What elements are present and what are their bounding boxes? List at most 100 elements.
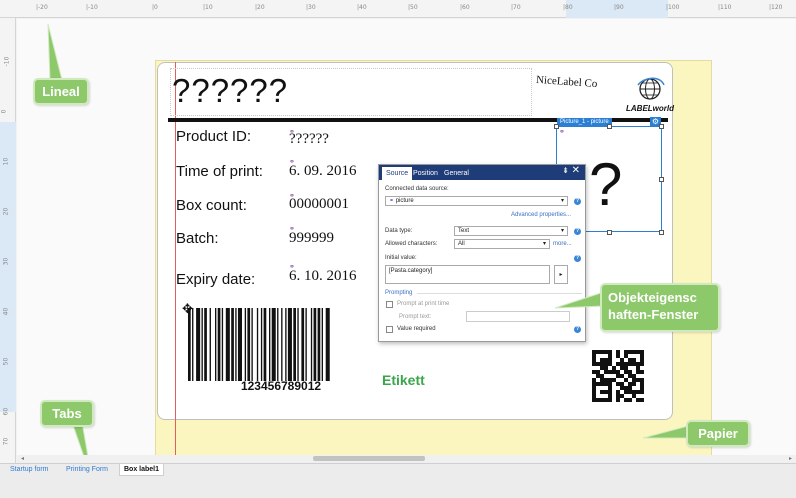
- expiry-date-label[interactable]: Expiry date:: [176, 271, 255, 288]
- qr-module: [616, 350, 620, 354]
- picture-object-tab[interactable]: Picture_1 - picture: [557, 118, 612, 127]
- resize-handle[interactable]: [607, 230, 612, 235]
- qr-module: [620, 386, 624, 390]
- scroll-left-icon[interactable]: ◂: [21, 455, 24, 462]
- barcode-bar: [285, 308, 287, 381]
- qr-module: [636, 370, 640, 374]
- ruler-tick: |0: [152, 4, 158, 11]
- advanced-properties-link[interactable]: Advanced properties...: [511, 212, 571, 218]
- time-of-print-value[interactable]: 6. 09. 2016: [289, 163, 357, 180]
- barcode[interactable]: [186, 308, 376, 381]
- qr-module: [616, 370, 620, 374]
- box-count-value[interactable]: 00000001: [289, 196, 349, 213]
- time-of-print-label[interactable]: Time of print:: [176, 163, 263, 180]
- ruler-tick: |50: [408, 4, 418, 11]
- expiry-date-value[interactable]: 6. 10. 2016: [289, 268, 357, 285]
- qr-module: [628, 398, 632, 402]
- barcode-bar: [313, 308, 317, 381]
- close-icon[interactable]: ✕: [572, 165, 580, 176]
- qr-module: [600, 382, 604, 386]
- insert-data-button[interactable]: ▸: [554, 265, 568, 284]
- resize-handle[interactable]: [554, 124, 559, 129]
- product-id-value[interactable]: ??????: [289, 131, 329, 148]
- resize-handle[interactable]: [659, 177, 664, 182]
- qr-module: [600, 398, 604, 402]
- prompting-section-label: Prompting: [385, 290, 413, 296]
- barcode-bar: [231, 308, 234, 381]
- connected-source-select[interactable]: ⚭ picture ▾: [385, 196, 568, 206]
- qr-module: [628, 370, 632, 374]
- qr-module: [592, 350, 596, 354]
- barcode-bar: [305, 308, 307, 381]
- barcode-bar: [287, 308, 292, 381]
- initial-value-input[interactable]: [Pasta.category]: [385, 265, 550, 284]
- qr-module: [600, 362, 604, 366]
- tab-printing-form[interactable]: Printing Form: [62, 464, 112, 476]
- barcode-bar: [317, 308, 321, 381]
- scroll-right-icon[interactable]: ▸: [789, 455, 792, 462]
- qr-code[interactable]: [592, 350, 644, 402]
- barcode-bar: [235, 308, 237, 381]
- barcode-bar: [237, 308, 242, 381]
- qr-module: [612, 366, 616, 370]
- batch-label[interactable]: Batch:: [176, 230, 219, 247]
- qr-module: [628, 382, 632, 386]
- qr-module: [600, 350, 604, 354]
- box-count-label[interactable]: Box count:: [176, 197, 247, 214]
- pin-icon[interactable]: ⇟: [562, 166, 569, 175]
- qr-module: [624, 362, 628, 366]
- document-tab-bar: Startup form Printing Form Box label1: [0, 463, 796, 498]
- allowed-characters-select[interactable]: All ▾: [454, 239, 550, 249]
- tab-source[interactable]: Source: [382, 167, 413, 180]
- qr-module: [604, 362, 608, 366]
- qr-module: [596, 350, 600, 354]
- data-type-select[interactable]: Text ▾: [454, 226, 568, 236]
- qr-module: [628, 374, 632, 378]
- help-icon[interactable]: ?: [574, 255, 581, 262]
- ruler-tick: 20: [2, 207, 10, 216]
- qr-module: [632, 362, 636, 366]
- qr-module: [632, 350, 636, 354]
- ruler-tick: 40: [2, 307, 10, 316]
- qr-module: [632, 358, 636, 362]
- label-title[interactable]: ??????: [172, 72, 288, 110]
- section-divider: [417, 293, 582, 294]
- qr-module: [608, 386, 612, 390]
- help-icon[interactable]: ?: [574, 228, 581, 235]
- help-icon[interactable]: ?: [574, 198, 581, 205]
- tab-startup-form[interactable]: Startup form: [6, 464, 53, 476]
- ruler-tick: |80: [563, 4, 573, 11]
- resize-handle[interactable]: [659, 230, 664, 235]
- batch-value[interactable]: 999999: [289, 230, 334, 247]
- ruler-tick: 60: [2, 407, 10, 416]
- qr-module: [616, 362, 620, 366]
- help-icon[interactable]: ?: [574, 326, 581, 333]
- resize-handle[interactable]: [607, 124, 612, 129]
- tab-box-label1[interactable]: Box label1: [119, 464, 165, 476]
- chevron-down-icon: ▾: [560, 228, 564, 234]
- qr-module: [636, 398, 640, 402]
- qr-module: [640, 362, 644, 366]
- product-id-label[interactable]: Product ID:: [176, 128, 251, 145]
- database-icon: ⚭: [389, 198, 396, 204]
- tab-general[interactable]: General: [440, 167, 473, 180]
- horizontal-scrollbar[interactable]: ◂ ▸: [17, 455, 796, 463]
- qr-module: [640, 350, 644, 354]
- qr-module: [608, 390, 612, 394]
- prompt-at-print-checkbox[interactable]: [386, 301, 393, 308]
- ruler-tick: |30: [306, 4, 316, 11]
- scrollbar-thumb[interactable]: [313, 456, 425, 461]
- connected-source-value: picture: [395, 198, 414, 204]
- value-required-checkbox[interactable]: [386, 326, 393, 333]
- more-link[interactable]: more...: [553, 241, 572, 247]
- resize-handle[interactable]: [659, 124, 664, 129]
- qr-module: [640, 358, 644, 362]
- chevron-down-icon: ▾: [542, 241, 546, 247]
- prompt-text-input[interactable]: [466, 311, 570, 322]
- qr-module: [596, 362, 600, 366]
- qr-module: [608, 378, 612, 382]
- qr-module: [592, 386, 596, 390]
- object-properties-panel: Source Position General ⇟ ✕ Connected da…: [378, 164, 586, 342]
- tab-position[interactable]: Position: [409, 167, 442, 180]
- prompt-text-label: Prompt text:: [399, 314, 432, 320]
